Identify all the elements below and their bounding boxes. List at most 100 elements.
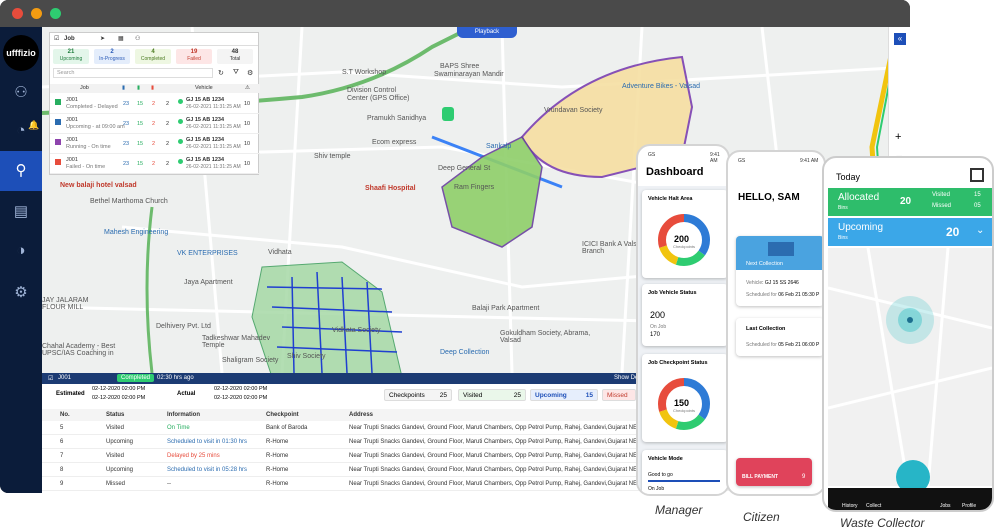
chip-upcoming[interactable]: Upcoming 15: [530, 389, 598, 401]
job-row[interactable]: J001 Running - On time 23 15 2 2 GJ 15 AB 1234…: [50, 134, 260, 154]
col-job: Job: [80, 85, 89, 91]
map-label: JAY JALARAM FLOUR MILL: [42, 297, 89, 311]
truck-icon: [768, 242, 794, 256]
job-row[interactable]: J001 Failed - On time 23 15 2 2 GJ 15 AB 1234 2…: [50, 154, 260, 174]
next-collection-card[interactable]: Next Collection Vehicle: GJ 15 SS 2646 S…: [736, 236, 824, 306]
filter-icon[interactable]: ⛛: [233, 69, 239, 77]
refresh-icon[interactable]: ↻: [218, 69, 224, 77]
chip-checkpoints[interactable]: Checkpoints 25: [384, 389, 452, 401]
maximize-window-dot[interactable]: [50, 8, 61, 19]
today-label: Today: [836, 172, 861, 182]
job-status-icon: [55, 99, 61, 105]
estimated-label: Estimated: [56, 391, 85, 397]
map-label: Tadkeshwar Mahadev Temple: [202, 335, 271, 349]
stat-upcoming[interactable]: 21 Upcoming: [53, 49, 89, 64]
checkpoint-card[interactable]: Job Checkpoint Status 150 Checkpoints: [642, 354, 728, 442]
estimated-start: 02-12-2020 02:00 PM: [92, 386, 146, 392]
chart-icon[interactable]: ◑: [11, 241, 31, 261]
allocated-card[interactable]: Allocated Bins 20 Visited 15 Missed 05: [828, 188, 992, 216]
row-no: 5: [60, 425, 64, 431]
person-icon[interactable]: ⚇: [135, 33, 140, 46]
playback-button[interactable]: Playback: [457, 27, 517, 38]
map-label: Ecom express: [372, 139, 417, 146]
user-icon[interactable]: ⚇: [11, 83, 31, 103]
map-label: Division Control: [347, 87, 397, 94]
location-pin-icon[interactable]: ⚲: [11, 161, 31, 181]
stat-completed[interactable]: 4 Completed: [135, 49, 171, 64]
document-icon[interactable]: ▤: [11, 202, 31, 222]
stat-total[interactable]: 48 Total: [217, 49, 253, 64]
job-row[interactable]: J001 Completed - Delayed 23 15 2 2 GJ 15 AB 12…: [50, 94, 260, 114]
status-card[interactable]: Job Vehicle Status 200 On Job 170: [642, 284, 728, 346]
job-search-input[interactable]: Search: [53, 68, 213, 78]
navigate-icon[interactable]: ➤: [100, 33, 105, 46]
row-info: Delayed by 25 mins: [167, 453, 220, 459]
map-label: Vidhata: [268, 249, 292, 256]
last-collection-card[interactable]: Last Collection Scheduled for 05 Feb 21 …: [736, 318, 824, 356]
job-checkbox-icon[interactable]: ☑: [48, 375, 53, 382]
halt-card[interactable]: Vehicle Halt Area 200 Checkpoints: [642, 190, 728, 278]
upcoming-card[interactable]: Upcoming Bins 20 ⌄: [828, 218, 992, 246]
job-panel-tabs: ☑ Job ➤ ▦ ⚇: [50, 33, 258, 46]
bill-payment-card[interactable]: BILL PAYMENT 9: [736, 458, 812, 486]
minimize-window-dot[interactable]: [31, 8, 42, 19]
greeting: HELLO, SAM: [738, 192, 800, 203]
chevron-down-icon[interactable]: ⌄: [976, 225, 984, 236]
job-id: J001: [66, 157, 78, 163]
row-address: Near Trupti Snacks Gandevi, Ground Floor…: [349, 453, 638, 459]
nav-collect[interactable]: Collect: [866, 503, 881, 509]
chip-missed[interactable]: Missed: [602, 389, 636, 401]
nav-history[interactable]: History: [842, 503, 858, 509]
settings-small-icon[interactable]: ⚙: [247, 69, 253, 77]
window-titlebar: [0, 0, 910, 27]
status-bar: GS 9:41 AM: [648, 152, 720, 164]
tab-job[interactable]: Job: [64, 33, 75, 46]
mode-card[interactable]: Vehicle Mode Good to go On Job: [642, 450, 728, 494]
map-label: Ram Fingers: [454, 184, 495, 191]
stat-in-progress[interactable]: 2 In-Progress: [94, 49, 130, 64]
zoom-in-icon[interactable]: +: [895, 131, 901, 143]
job-id: J001: [58, 375, 72, 381]
row-no: 7: [60, 453, 64, 459]
collector-bottom-nav: History Collect Jobs Profile: [828, 488, 992, 510]
row-address: Near Trupti Snacks Gandevi, Ground Floor…: [349, 439, 638, 445]
job-checkbox-icon[interactable]: ☑: [54, 33, 59, 46]
actual-end: 02-12-2020 02:00 PM: [214, 395, 268, 401]
map-label: Shiv Society: [287, 353, 326, 360]
dashboard-icon[interactable]: ◔: [11, 121, 31, 141]
map-label: BAPS Shree: [440, 63, 480, 70]
grid-icon[interactable]: ▦: [118, 33, 124, 46]
map-label: Vidhata Society: [332, 327, 381, 334]
map-label: New balaji hotel valsad: [60, 182, 137, 189]
row-address: Near Trupti Snacks Gandevi, Ground Floor…: [349, 467, 638, 473]
chip-visited[interactable]: Visited 25: [458, 389, 526, 401]
job-count-c: 2: [152, 101, 156, 107]
map-label: Sankalp: [486, 143, 512, 150]
map-label: Jaya Apartment: [184, 279, 233, 286]
qr-icon[interactable]: [970, 168, 984, 182]
job-id: J001: [66, 117, 78, 123]
vehicle-status-icon: [178, 159, 183, 164]
close-window-dot[interactable]: [12, 8, 23, 19]
actual-start: 02-12-2020 02:00 PM: [214, 386, 268, 392]
map-label: Balaji Park Apartment: [472, 305, 540, 312]
row-status: Upcoming: [106, 467, 134, 473]
row-status: Visited: [106, 425, 124, 431]
collector-map[interactable]: [827, 247, 992, 494]
show-details-toggle[interactable]: Show De: [614, 375, 638, 381]
nav-jobs[interactable]: Jobs: [940, 503, 951, 509]
nav-profile[interactable]: Profile: [962, 503, 976, 509]
stat-failed[interactable]: 19 Failed: [176, 49, 212, 64]
job-count-d: 2: [166, 101, 170, 107]
settings-icon[interactable]: ⚙: [11, 283, 31, 303]
job-row[interactable]: J001 Upcoming - at 09:00 am 23 15 2 2 GJ 15 AB…: [50, 114, 260, 134]
job-status: Upcoming - at 09:00 am: [66, 124, 125, 130]
manager-caption: Manager: [655, 503, 703, 517]
row-info: Scheduled to visit in 01:30 hrs: [167, 439, 248, 445]
vehicle-marker-icon[interactable]: [442, 107, 454, 121]
actual-label: Actual: [177, 391, 196, 397]
job-count-d: 2: [166, 141, 170, 147]
row-status: Missed: [106, 481, 126, 487]
collapse-icon[interactable]: «: [894, 33, 906, 45]
job-count-b: 15: [137, 161, 144, 167]
